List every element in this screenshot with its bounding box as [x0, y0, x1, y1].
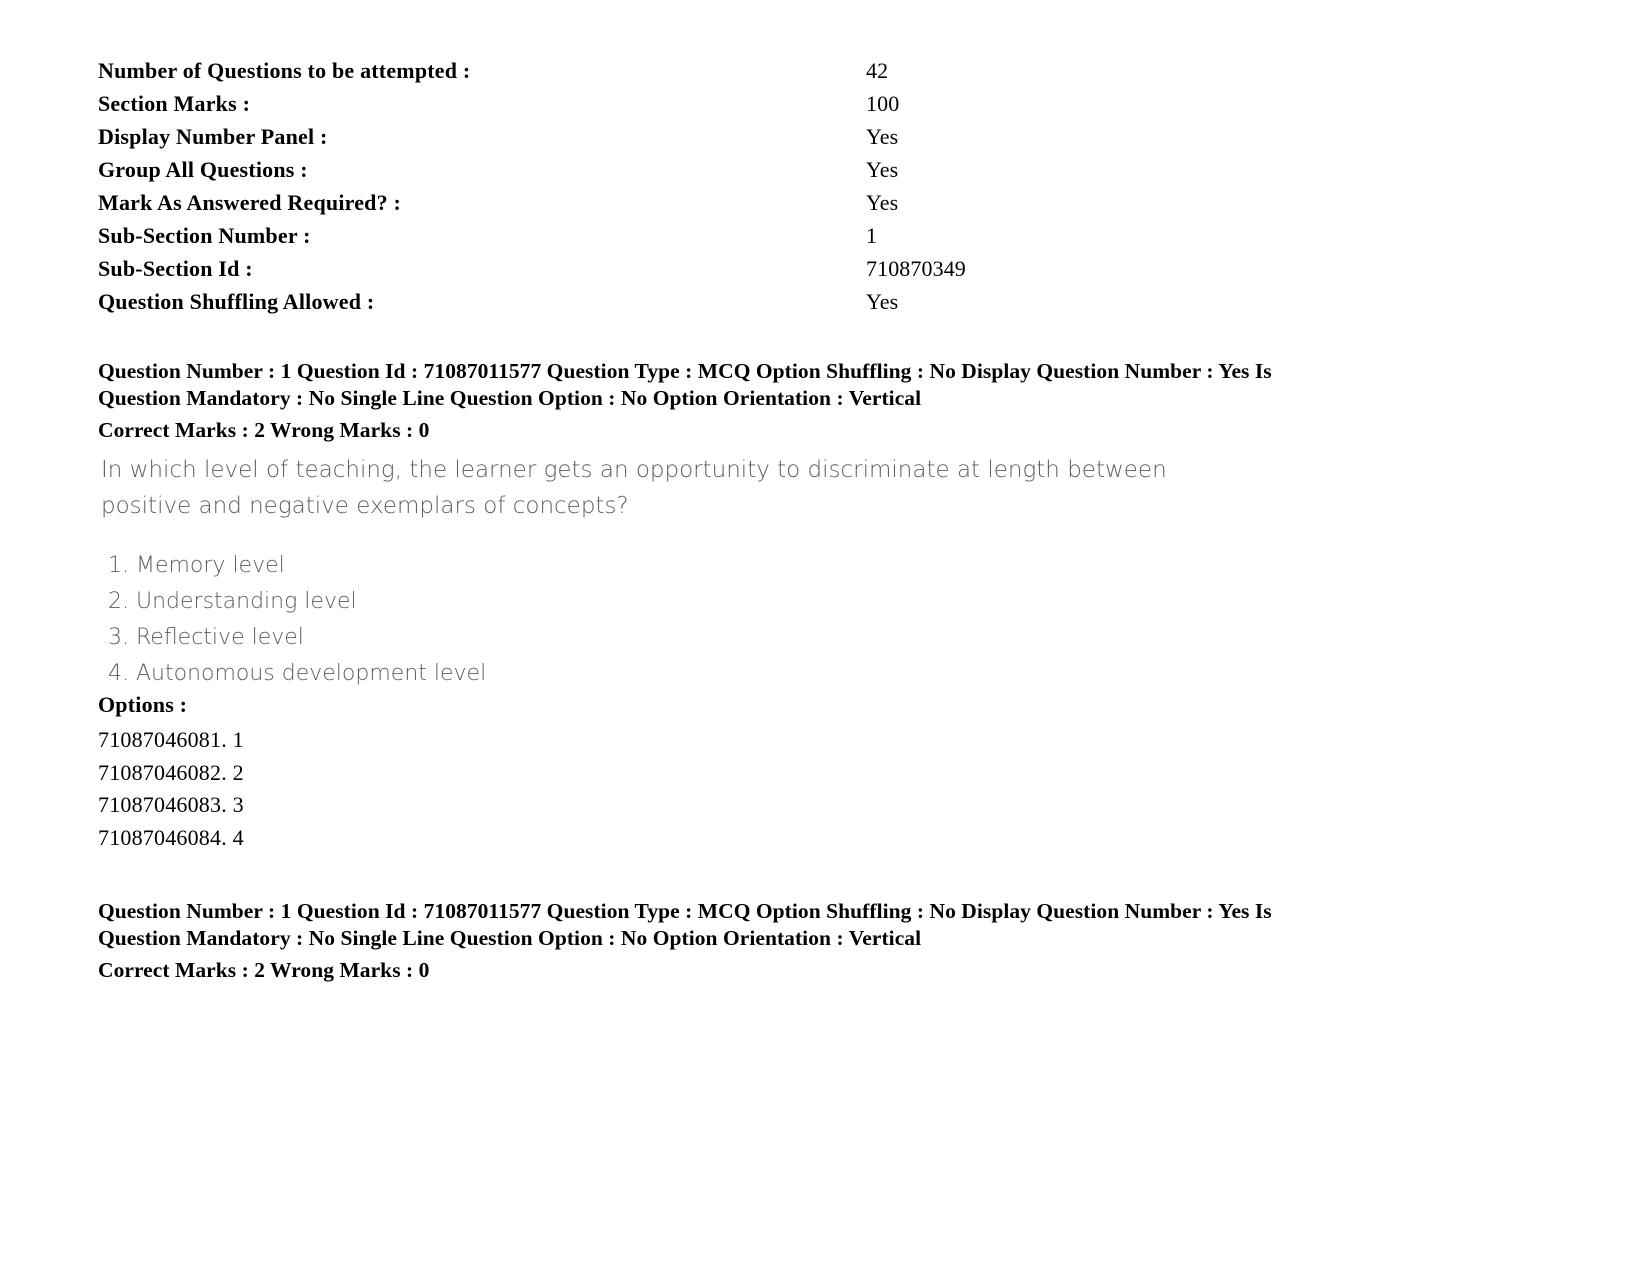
table-row: Display Number Panel : Yes [98, 120, 1398, 153]
info-value-mark-as-answered-required: Yes [866, 190, 899, 215]
question-metadata-line-1: Question Number : 1 Question Id : 710870… [98, 359, 1272, 383]
question-metadata-repeat-line-1: Question Number : 1 Question Id : 710870… [98, 899, 1272, 923]
table-row: Mark As Answered Required? : Yes [98, 186, 1398, 219]
info-label-display-number-panel: Display Number Panel : [98, 124, 328, 149]
question-stem-line-1: In which level of teaching, the learner … [101, 457, 1167, 483]
info-value-display-number-panel: Yes [866, 124, 899, 149]
info-label-section-marks: Section Marks : [98, 91, 251, 116]
question-metadata-repeat-line-2: Question Mandatory : No Single Line Ques… [98, 925, 922, 950]
option-id-list: 71087046081. 1 71087046082. 2 7108704608… [98, 724, 244, 854]
answer-choice-list: 1. Memory level 2. Understanding level 3… [108, 548, 1008, 692]
list-item[interactable]: 1. Memory level [108, 548, 1008, 584]
info-value-question-shuffling-allowed: Yes [866, 289, 899, 314]
list-item[interactable]: 2. Understanding level [108, 584, 1008, 620]
list-item: 71087046081. 1 [98, 727, 244, 752]
table-row: Sub-Section Id : 710870349 [98, 252, 1398, 285]
list-item[interactable]: 4. Autonomous development level [108, 656, 1008, 692]
info-label-group-all-questions: Group All Questions : [98, 157, 308, 182]
question-metadata-line-2: Question Mandatory : No Single Line Ques… [98, 385, 922, 410]
question-marks-line: Correct Marks : 2 Wrong Marks : 0 [98, 418, 430, 442]
info-value-group-all-questions: Yes [866, 157, 899, 182]
question-marks-line-repeat: Correct Marks : 2 Wrong Marks : 0 [98, 958, 430, 982]
list-item: 71087046083. 3 [98, 792, 244, 818]
info-label-sub-section-id: Sub-Section Id : [98, 256, 253, 281]
list-item: 71087046082. 2 [98, 759, 244, 785]
question-stem-text: In which level of teaching, the learner … [101, 452, 1201, 524]
exam-question-paper-page: Number of Questions to be attempted : 42… [0, 0, 1650, 1275]
section-info-table: Number of Questions to be attempted : 42… [98, 54, 1398, 318]
question-metadata-block-repeat: Question Number : 1 Question Id : 710870… [98, 898, 1403, 984]
info-label-sub-section-number: Sub-Section Number : [98, 223, 311, 248]
info-label-mark-as-answered-required: Mark As Answered Required? : [98, 190, 402, 215]
info-value-questions-to-attempt: 42 [866, 58, 889, 83]
question-metadata-block: Question Number : 1 Question Id : 710870… [98, 358, 1403, 444]
info-label-questions-to-attempt: Number of Questions to be attempted : [98, 58, 471, 83]
options-heading: Options : [98, 692, 188, 717]
info-label-question-shuffling-allowed: Question Shuffling Allowed : [98, 289, 375, 314]
list-item: 71087046084. 4 [98, 824, 244, 850]
info-value-sub-section-number: 1 [866, 223, 878, 248]
info-value-section-marks: 100 [866, 91, 900, 116]
list-item[interactable]: 3. Reflective level [108, 620, 1008, 656]
table-row: Group All Questions : Yes [98, 153, 1398, 186]
info-value-sub-section-id: 710870349 [866, 256, 966, 281]
table-row: Sub-Section Number : 1 [98, 219, 1398, 252]
table-row: Section Marks : 100 [98, 87, 1398, 120]
question-stem-line-2: positive and negative exemplars of conce… [101, 493, 629, 519]
table-row: Number of Questions to be attempted : 42 [98, 54, 1398, 87]
table-row: Question Shuffling Allowed : Yes [98, 285, 1398, 318]
